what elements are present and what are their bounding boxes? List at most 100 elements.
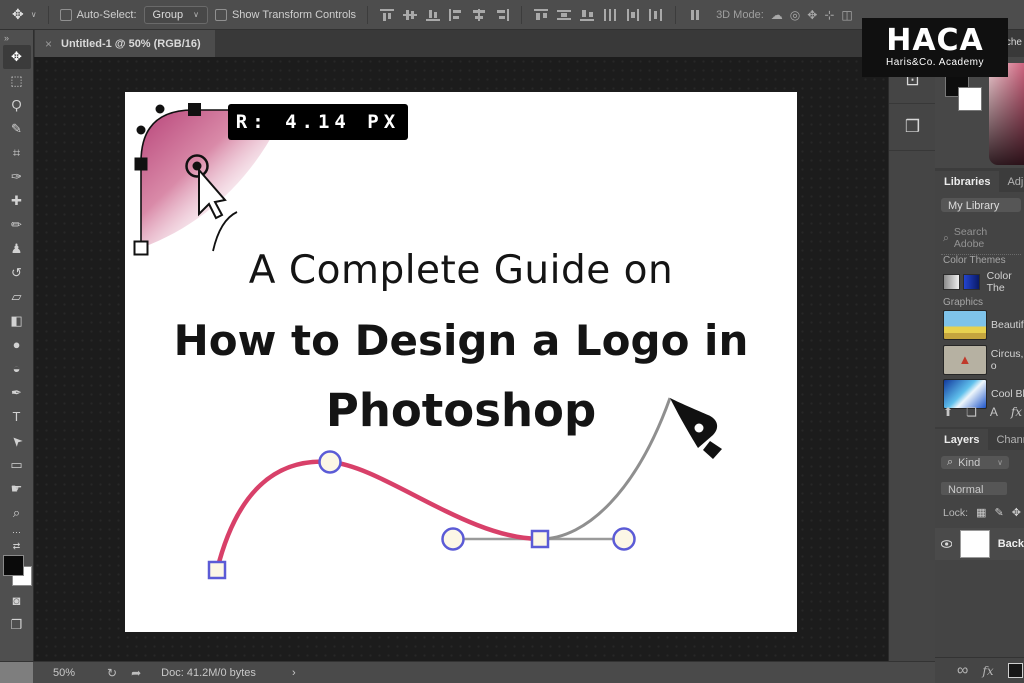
quick-mask-button[interactable]: ◙ bbox=[3, 589, 31, 613]
saturation-brightness-field[interactable] bbox=[989, 63, 1024, 165]
align-vertical-center-button[interactable] bbox=[402, 8, 418, 22]
3d-orbit-icon[interactable]: ☁ bbox=[771, 8, 783, 22]
color-theme-item[interactable]: Color The bbox=[943, 270, 1024, 294]
export-icon[interactable]: ➦ bbox=[131, 666, 141, 680]
document-canvas[interactable]: R: 4.14 PX A Complete Guide on How to De… bbox=[125, 92, 797, 632]
tent-icon: ▲ bbox=[958, 355, 971, 365]
panel-color-swatches[interactable] bbox=[945, 73, 995, 133]
color-chip bbox=[963, 274, 980, 290]
tab-layers[interactable]: Layers bbox=[935, 429, 988, 450]
link-layers-icon[interactable]: ∞ bbox=[957, 662, 968, 680]
layer-mask-icon[interactable] bbox=[1008, 663, 1023, 678]
panel-tab-fragment[interactable]: che bbox=[1006, 37, 1022, 48]
pen-tool[interactable]: ✒ bbox=[3, 381, 31, 405]
auto-select-target-dropdown[interactable]: Group ∨ bbox=[144, 6, 208, 24]
haca-logo-subtitle: Haris&Co. Academy bbox=[886, 57, 984, 68]
background-color-swatch[interactable] bbox=[958, 87, 982, 111]
hand-tool[interactable]: ☛ bbox=[3, 477, 31, 501]
eraser-tool[interactable]: ▱ bbox=[3, 285, 31, 309]
library-search-field[interactable]: ⌕ Search Adobe bbox=[941, 224, 1021, 255]
show-transform-checkbox[interactable]: Show Transform Controls bbox=[215, 9, 356, 21]
add-type-icon[interactable]: A bbox=[990, 405, 998, 419]
divider bbox=[675, 6, 676, 24]
distribute-top-button[interactable] bbox=[533, 8, 549, 22]
canvas-viewport[interactable]: R: 4.14 PX A Complete Guide on How to De… bbox=[33, 57, 888, 662]
checkbox-icon[interactable] bbox=[215, 9, 227, 21]
layer-style-icon[interactable]: fx bbox=[982, 664, 993, 678]
distribute-spacing-button[interactable] bbox=[687, 8, 703, 22]
crop-tool[interactable]: ⌗ bbox=[3, 141, 31, 165]
artboards-panel-icon[interactable]: ❒ bbox=[889, 104, 936, 151]
distribute-bottom-button[interactable] bbox=[579, 8, 595, 22]
3d-pan-icon[interactable]: ✥ bbox=[807, 8, 817, 22]
3d-mode-label: 3D Mode: bbox=[716, 9, 764, 21]
blend-mode-dropdown[interactable]: Normal bbox=[941, 482, 1007, 495]
landscape-thumbnail[interactable] bbox=[943, 310, 987, 340]
align-left-button[interactable] bbox=[448, 8, 464, 22]
3d-slide-icon[interactable]: ⊹ bbox=[824, 8, 834, 22]
status-options-chevron[interactable]: › bbox=[292, 667, 296, 679]
edit-toolbar-icon[interactable]: ⋯ bbox=[12, 525, 21, 539]
foreground-background-swatches[interactable] bbox=[2, 555, 32, 587]
layers-panel-footer: ∞ fx bbox=[935, 657, 1024, 683]
close-tab-icon[interactable]: × bbox=[45, 37, 52, 51]
distribute-right-button[interactable] bbox=[648, 8, 664, 22]
history-brush-tool[interactable]: ↺ bbox=[3, 261, 31, 285]
brush-tool[interactable]: ✏ bbox=[3, 213, 31, 237]
rectangular-marquee-tool[interactable]: ⬚ bbox=[3, 69, 31, 93]
visibility-eye-icon[interactable] bbox=[941, 539, 952, 549]
swap-colors-icon[interactable]: ⇄ bbox=[13, 539, 21, 553]
checkbox-icon[interactable] bbox=[60, 9, 72, 21]
distribute-horizontal-center-button[interactable] bbox=[625, 8, 641, 22]
clone-stamp-tool[interactable]: ♟ bbox=[3, 237, 31, 261]
eyedropper-tool[interactable]: ✑ bbox=[3, 165, 31, 189]
photoshop-window: ✥ ∨ Auto-Select: Group ∨ Show Transform … bbox=[0, 0, 1024, 683]
auto-select-checkbox[interactable]: Auto-Select: bbox=[60, 9, 137, 21]
screen-mode-button[interactable]: ❐ bbox=[3, 613, 31, 637]
preview-status-icon[interactable]: ↻ bbox=[107, 666, 117, 680]
blur-tool[interactable]: ● bbox=[3, 333, 31, 357]
3d-camera-icon[interactable]: ◫ bbox=[841, 8, 852, 22]
3d-roll-icon[interactable]: ◎ bbox=[790, 8, 800, 22]
lasso-tool[interactable]: Ϙ bbox=[3, 93, 31, 117]
distribute-left-button[interactable] bbox=[602, 8, 618, 22]
layer-thumbnail[interactable] bbox=[960, 530, 989, 558]
divider bbox=[521, 6, 522, 24]
library-select-dropdown[interactable]: My Library bbox=[941, 198, 1021, 212]
layer-name: Back bbox=[998, 538, 1024, 550]
tab-adjustments[interactable]: Adju bbox=[999, 171, 1024, 192]
document-tab[interactable]: × Untitled-1 @ 50% (RGB/16) bbox=[35, 30, 215, 57]
upload-icon[interactable]: ⬆ bbox=[943, 405, 953, 419]
align-bottom-button[interactable] bbox=[425, 8, 441, 22]
zoom-tool[interactable]: ⌕ bbox=[3, 501, 31, 525]
gradient-tool[interactable]: ◧ bbox=[3, 309, 31, 333]
divider bbox=[367, 6, 368, 24]
layer-row-background[interactable]: Back bbox=[935, 528, 1024, 560]
lock-transparency-icon[interactable]: ▦ bbox=[976, 506, 986, 519]
align-horizontal-center-button[interactable] bbox=[471, 8, 487, 22]
bezier-control-right bbox=[614, 529, 635, 550]
foreground-color-swatch[interactable] bbox=[3, 555, 24, 576]
collapse-toolbar-icon[interactable]: » bbox=[0, 30, 10, 45]
heading-line-3: Photoshop bbox=[125, 384, 797, 437]
quick-selection-tool[interactable]: ✎ bbox=[3, 117, 31, 141]
dodge-tool[interactable]: ◒ bbox=[3, 357, 31, 381]
lock-position-icon[interactable]: ✥ bbox=[1012, 506, 1021, 519]
align-right-button[interactable] bbox=[494, 8, 510, 22]
lock-pixels-icon[interactable]: ✎ bbox=[995, 506, 1004, 519]
healing-brush-tool[interactable]: ✚ bbox=[3, 189, 31, 213]
library-graphic-item[interactable]: Beautiful bbox=[943, 310, 1024, 340]
library-graphic-item[interactable]: ▲ Circus, o bbox=[943, 345, 1024, 375]
tab-libraries[interactable]: Libraries bbox=[935, 171, 999, 192]
path-control-dot bbox=[156, 105, 165, 114]
zoom-level-field[interactable]: 50% bbox=[53, 667, 75, 679]
distribute-vertical-center-button[interactable] bbox=[556, 8, 572, 22]
move-tool[interactable]: ✥ bbox=[3, 45, 31, 69]
add-graphic-icon[interactable]: ❏ bbox=[966, 405, 977, 419]
tab-channels[interactable]: Channe bbox=[988, 429, 1024, 450]
tool-preset-chevron-icon[interactable]: ∨ bbox=[31, 10, 37, 19]
add-effect-icon[interactable]: fx bbox=[1011, 405, 1022, 419]
align-top-button[interactable] bbox=[379, 8, 395, 22]
layer-filter-dropdown[interactable]: ⌕ Kind ∨ bbox=[941, 456, 1009, 469]
circus-thumbnail[interactable]: ▲ bbox=[943, 345, 987, 375]
